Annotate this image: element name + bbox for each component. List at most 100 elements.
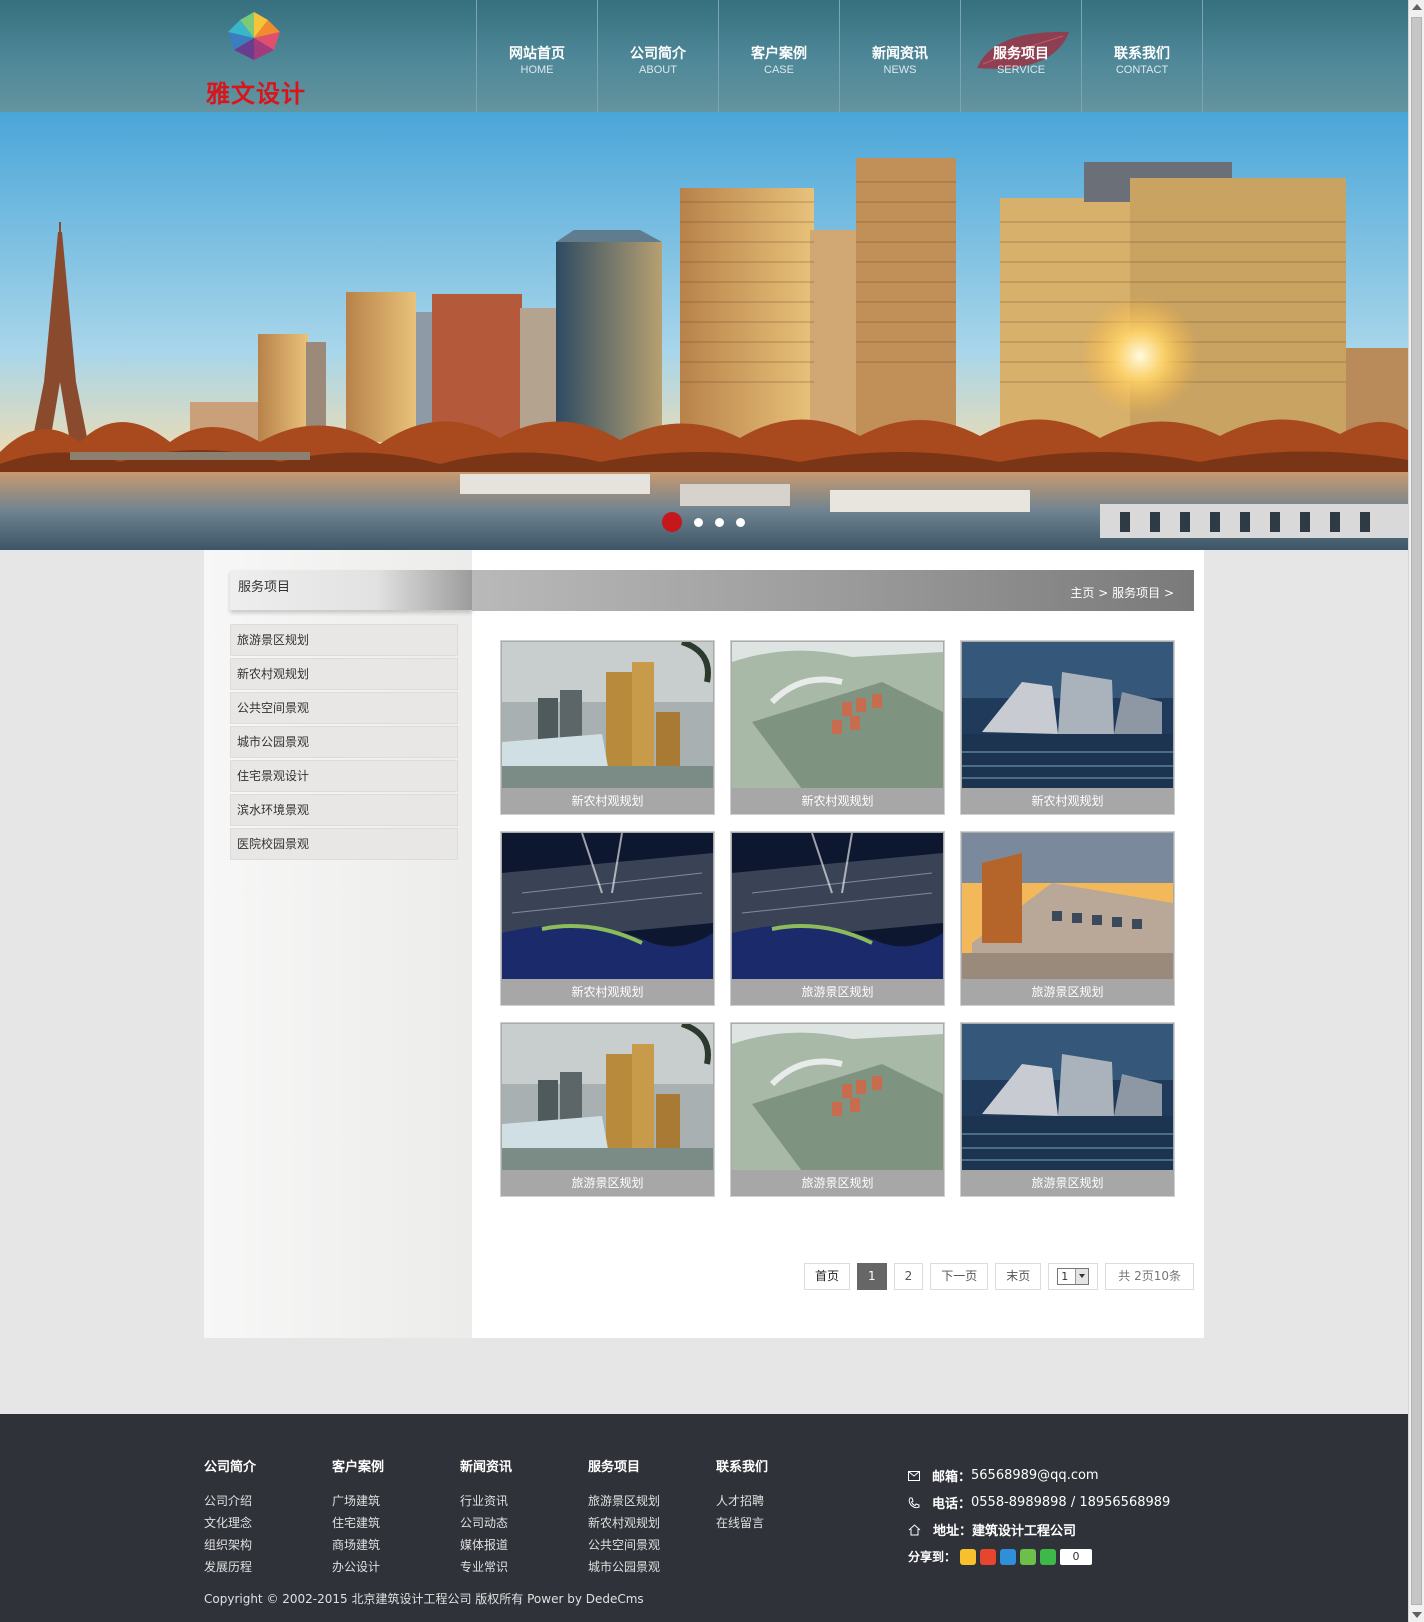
tencent-icon[interactable] <box>1000 1548 1017 1565</box>
page: 雅文设计 网站首页 HOME 公司简介 ABOUT 客户案例 CASE 新闻资讯 NEWS 服务… <box>0 0 1424 1622</box>
first-page-button[interactable]: 首页 <box>803 1263 850 1290</box>
nav-item-service[interactable]: 服务项目 SERVICE <box>961 0 1082 112</box>
logo-hexagon-icon <box>228 12 280 60</box>
sidebar-item[interactable]: 新农村观规划 <box>230 658 458 690</box>
sidebar-item[interactable]: 公共空间景观 <box>230 692 458 724</box>
footer-column-title[interactable]: 新闻资讯 <box>460 1456 570 1475</box>
footer-link[interactable]: 旅游景区规划 <box>588 1490 698 1512</box>
footer-link[interactable]: 商场建筑 <box>332 1534 442 1556</box>
sidebar-item[interactable]: 滨水环境景观 <box>230 794 458 826</box>
nav-label: 客户案例 <box>751 46 807 62</box>
scrollbar-thumb[interactable] <box>1411 17 1422 1605</box>
footer-column: 公司简介公司介绍 文化理念 组织架构 发展历程 <box>204 1456 314 1578</box>
product-caption[interactable]: 旅游景区规划 <box>501 1170 714 1196</box>
product-thumbnail[interactable] <box>962 833 1173 980</box>
footer-column-title[interactable]: 联系我们 <box>716 1456 826 1475</box>
footer-link[interactable]: 文化理念 <box>204 1512 314 1534</box>
nav-item-home[interactable]: 网站首页 HOME <box>477 0 598 112</box>
banner-dot[interactable] <box>736 517 745 527</box>
last-page-button[interactable]: 末页 <box>995 1263 1042 1290</box>
nav-item-news[interactable]: 新闻资讯 NEWS <box>840 0 961 112</box>
footer-link[interactable]: 办公设计 <box>332 1556 442 1578</box>
product-thumbnail[interactable] <box>732 1024 943 1171</box>
product-thumbnail[interactable] <box>732 833 943 980</box>
footer-column-title[interactable]: 公司简介 <box>204 1456 314 1475</box>
footer-link[interactable]: 行业资讯 <box>460 1490 570 1512</box>
copyright: Copyright © 2002-2015 北京建筑设计工程公司 版权所有 Po… <box>204 1592 644 1606</box>
scroll-down-arrow-icon[interactable] <box>1412 1612 1422 1618</box>
footer-link[interactable]: 新农村观规划 <box>588 1512 698 1534</box>
logo[interactable]: 雅文设计 <box>204 8 314 108</box>
footer-link[interactable]: 公共空间景观 <box>588 1534 698 1556</box>
page-2-button[interactable]: 2 <box>893 1263 924 1290</box>
footer-link[interactable]: 在线留言 <box>716 1512 826 1534</box>
product-thumbnail[interactable] <box>962 1024 1173 1171</box>
share-count: 0 <box>1060 1548 1093 1565</box>
product-card[interactable]: 旅游景区规划 <box>730 831 945 1006</box>
product-card[interactable]: 旅游景区规划 <box>960 831 1175 1006</box>
scroll-up-arrow-icon[interactable] <box>1412 4 1422 10</box>
footer-column-title[interactable]: 客户案例 <box>332 1456 442 1475</box>
footer-column-title[interactable]: 服务项目 <box>588 1456 698 1475</box>
vertical-scrollbar[interactable] <box>1408 0 1424 1622</box>
product-caption[interactable]: 新农村观规划 <box>961 788 1174 814</box>
footer-link[interactable]: 城市公园景观 <box>588 1556 698 1578</box>
footer-column: 服务项目旅游景区规划 新农村观规划 公共空间景观 城市公园景观 <box>588 1456 698 1578</box>
page-1-button[interactable]: 1 <box>856 1263 887 1290</box>
footer-link[interactable]: 公司动态 <box>460 1512 570 1534</box>
footer-link[interactable]: 公司介绍 <box>204 1490 314 1512</box>
footer-column: 联系我们人才招聘 在线留言 <box>716 1456 826 1534</box>
product-thumbnail[interactable] <box>962 642 1173 789</box>
footer-link[interactable]: 人才招聘 <box>716 1490 826 1512</box>
product-thumbnail[interactable] <box>502 1024 713 1171</box>
next-page-button[interactable]: 下一页 <box>930 1263 989 1290</box>
product-thumbnail[interactable] <box>502 833 713 980</box>
product-thumbnail[interactable] <box>502 642 713 789</box>
sidebar-item[interactable]: 旅游景区规划 <box>230 624 458 656</box>
footer-link[interactable]: 组织架构 <box>204 1534 314 1556</box>
product-card[interactable]: 新农村观规划 <box>500 640 715 815</box>
nav-item-case[interactable]: 客户案例 CASE <box>719 0 840 112</box>
footer-link[interactable]: 发展历程 <box>204 1556 314 1578</box>
footer-link[interactable]: 广场建筑 <box>332 1490 442 1512</box>
product-caption[interactable]: 旅游景区规划 <box>961 1170 1174 1196</box>
sidebar: 服务项目 旅游景区规划 新农村观规划 公共空间景观 城市公园景观 住宅景观设计 滨水环境景… <box>204 550 472 1338</box>
sidebar-item[interactable]: 医院校园景观 <box>230 828 458 860</box>
weibo-icon[interactable] <box>980 1548 997 1565</box>
product-thumbnail[interactable] <box>732 642 943 789</box>
wechat-icon[interactable] <box>1020 1548 1037 1565</box>
product-card[interactable]: 新农村观规划 <box>500 831 715 1006</box>
product-card[interactable]: 新农村观规划 <box>730 640 945 815</box>
breadcrumb-home-link[interactable]: 主页 <box>1070 586 1094 600</box>
nav-sublabel: CONTACT <box>1115 64 1169 76</box>
share-bar: 分享到： 0 <box>908 1543 1208 1570</box>
footer-link[interactable]: 专业常识 <box>460 1556 570 1578</box>
footer-link[interactable]: 媒体报道 <box>460 1534 570 1556</box>
banner-dot[interactable] <box>715 517 724 527</box>
product-card[interactable]: 旅游景区规划 <box>500 1022 715 1197</box>
nav-item-contact[interactable]: 联系我们 CONTACT <box>1082 0 1203 112</box>
product-card[interactable]: 旅游景区规划 <box>960 1022 1175 1197</box>
page-select-box[interactable]: 1 <box>1057 1268 1090 1285</box>
sidebar-item[interactable]: 住宅景观设计 <box>230 760 458 792</box>
nav-sublabel: NEWS <box>883 64 917 76</box>
banner-dot[interactable] <box>694 517 703 527</box>
more-icon[interactable] <box>1040 1548 1057 1565</box>
product-caption[interactable]: 新农村观规划 <box>501 788 714 814</box>
qzone-icon[interactable] <box>960 1548 977 1565</box>
nav-label: 公司简介 <box>630 46 686 62</box>
nav-item-about[interactable]: 公司简介 ABOUT <box>598 0 719 112</box>
product-card[interactable]: 新农村观规划 <box>960 640 1175 815</box>
page-select[interactable]: 1 <box>1048 1263 1099 1290</box>
footer-link[interactable]: 住宅建筑 <box>332 1512 442 1534</box>
hero-banner <box>0 112 1408 550</box>
sidebar-item[interactable]: 城市公园景观 <box>230 726 458 758</box>
product-caption[interactable]: 旅游景区规划 <box>961 979 1174 1005</box>
product-caption[interactable]: 新农村观规划 <box>731 788 944 814</box>
product-caption[interactable]: 旅游景区规划 <box>731 979 944 1005</box>
banner-dot[interactable] <box>662 512 682 532</box>
product-card[interactable]: 旅游景区规划 <box>730 1022 945 1197</box>
product-caption[interactable]: 新农村观规划 <box>501 979 714 1005</box>
product-caption[interactable]: 旅游景区规划 <box>731 1170 944 1196</box>
breadcrumb-current-link[interactable]: 服务项目 <box>1112 586 1160 600</box>
